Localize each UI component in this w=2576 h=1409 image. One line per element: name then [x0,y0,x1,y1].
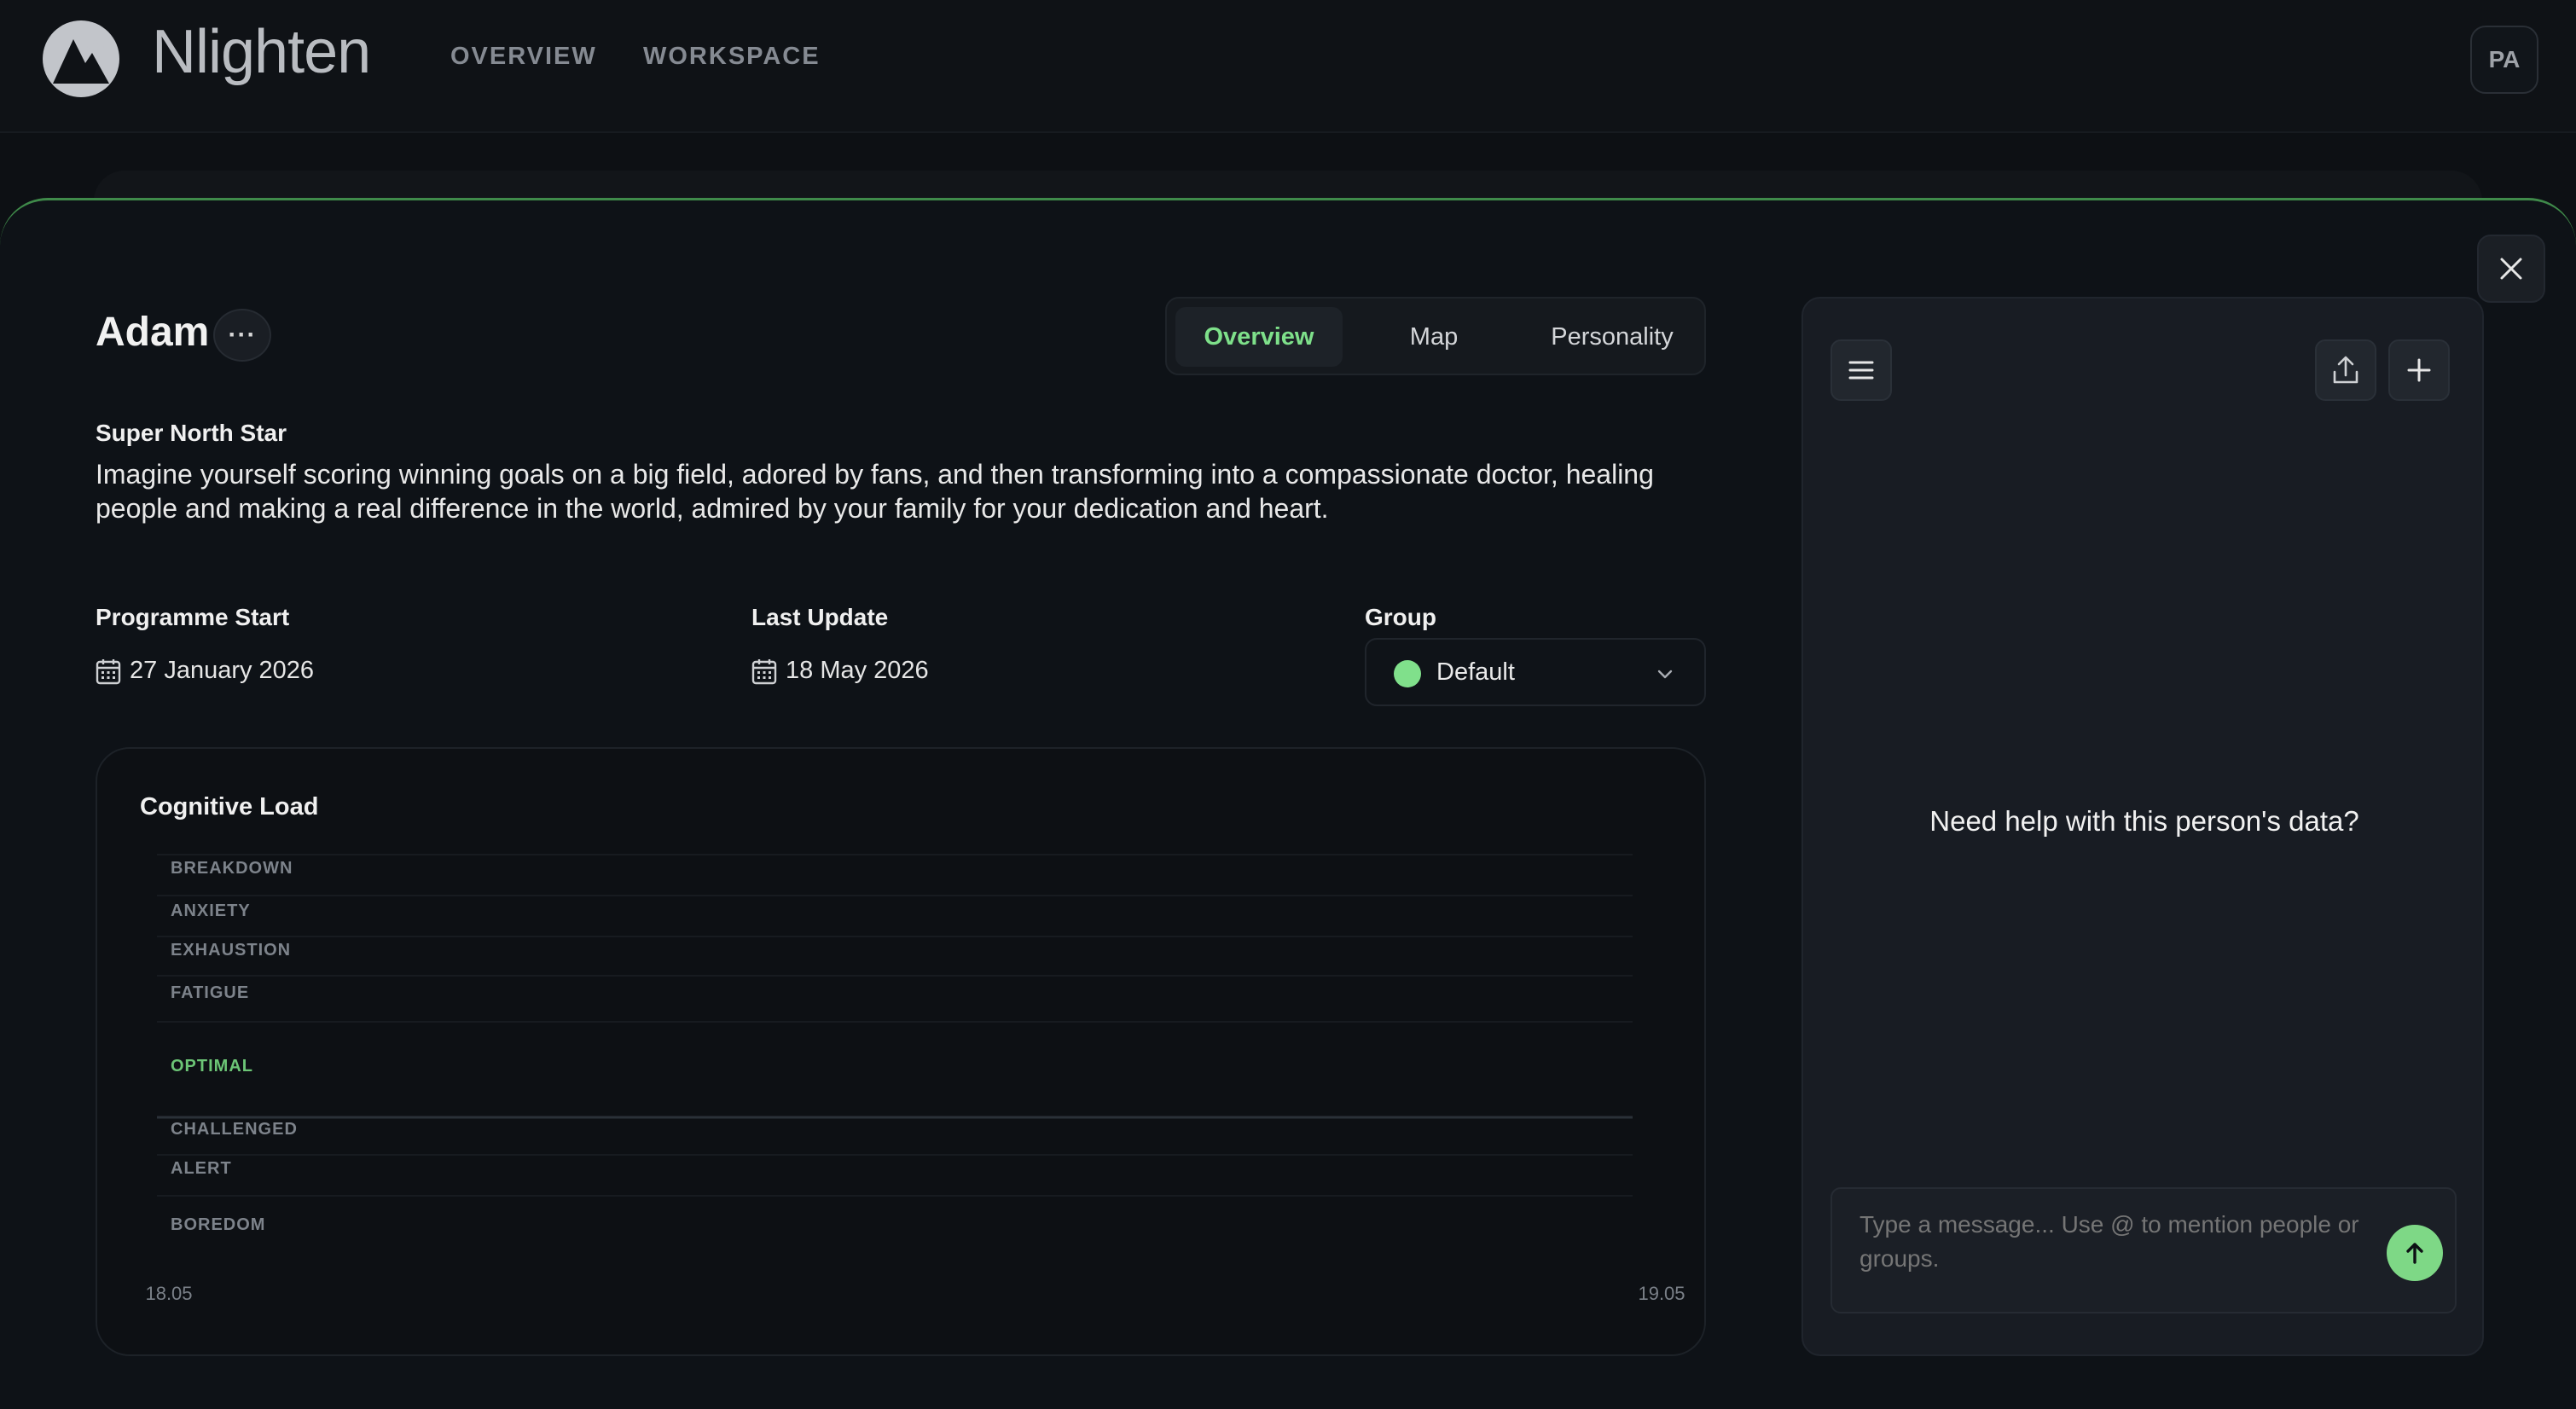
export-icon [2333,356,2358,384]
more-icon: ··· [228,321,257,349]
calendar-icon [751,658,777,684]
assistant-panel: Need help with this person's data? [1801,297,2484,1356]
menu-icon [1848,361,1874,380]
more-options-button[interactable]: ··· [213,309,271,362]
y-level-label: BOREDOM [171,1215,265,1234]
group-color-dot [1394,660,1421,687]
nav-overview[interactable]: OVERVIEW [450,43,597,71]
chevron-down-icon [1657,670,1673,679]
y-level-label: ALERT [171,1159,232,1178]
user-avatar[interactable]: PA [2470,26,2538,94]
group-value: Default [1436,658,1515,686]
person-name: Adam [96,310,210,355]
group-select[interactable]: Default [1365,638,1706,706]
message-input[interactable] [1858,1206,2370,1278]
cognitive-load-chart: Cognitive Load BREAKDOWN ANXIETY EXHAUSTIO… [96,747,1706,1356]
chart-plot: BREAKDOWN ANXIETY EXHAUSTION FATIGUE OPTIMAL… [145,854,1685,1304]
last-update-date: 18 May 2026 [751,657,929,685]
y-level-label: EXHAUSTION [171,941,291,960]
y-level-label: ANXIETY [171,902,251,920]
programme-start-value: 27 January 2026 [130,657,315,684]
super-north-star-label: Super North Star [96,420,287,446]
tab-map[interactable]: Map [1349,307,1518,367]
plus-icon [2407,358,2431,382]
export-button[interactable] [2315,339,2376,401]
nav-workspace[interactable]: WORKSPACE [643,43,821,71]
group-label: Group [1365,604,1436,630]
y-level-label: OPTIMAL [171,1057,253,1076]
view-tabs: Overview Map Personality [1165,297,1706,375]
tab-overview[interactable]: Overview [1175,307,1343,367]
programme-start-date: 27 January 2026 [96,657,314,685]
x-tick-label: 19.05 [1638,1283,1685,1304]
arrow-up-icon [2406,1243,2423,1264]
close-icon [2500,258,2522,280]
brand-logo[interactable] [41,19,121,99]
close-button[interactable] [2477,235,2545,303]
last-update-value: 18 May 2026 [786,657,929,684]
brand-name: Nlighten [152,18,371,86]
message-composer [1830,1187,2457,1313]
menu-button[interactable] [1830,339,1892,401]
y-level-label: CHALLENGED [171,1120,298,1139]
y-level-label: BREAKDOWN [171,859,293,878]
send-button[interactable] [2387,1225,2443,1281]
x-tick-label: 18.05 [145,1283,192,1304]
help-prompt: Need help with this person's data? [1929,805,2359,837]
programme-start-label: Programme Start [96,604,290,630]
last-update-label: Last Update [751,604,889,630]
tab-personality[interactable]: Personality [1525,307,1699,367]
logo-icon [43,20,119,97]
top-navigation-bar: Nlighten OVERVIEW WORKSPACE PA [0,0,2576,133]
calendar-icon [96,658,121,684]
y-level-label: FATIGUE [171,983,249,1002]
new-chat-button[interactable] [2388,339,2450,401]
super-north-star-text: Imagine yourself scoring winning goals o… [96,459,1654,524]
